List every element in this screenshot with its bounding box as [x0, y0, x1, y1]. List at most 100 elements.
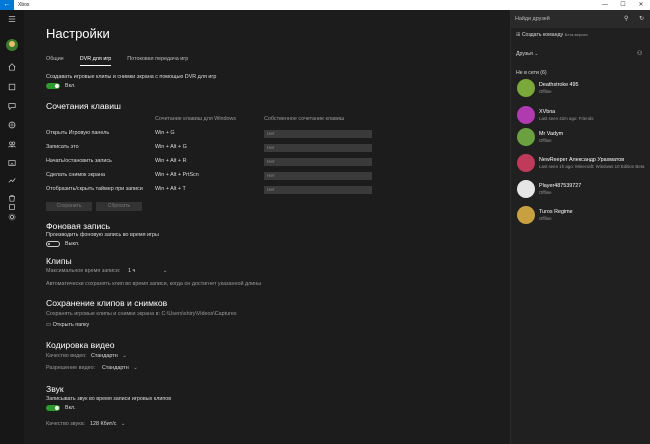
friend-item[interactable]: Mr Vadym Offline — [511, 127, 650, 149]
shortcut-keys: Win + Alt + T — [155, 186, 186, 192]
audio-quality-dropdown[interactable]: 128 Кбит/с ⌄ — [90, 421, 125, 427]
friend-name: Turos Regime — [539, 209, 573, 215]
shortcut-keys: Win + Alt + G — [155, 144, 187, 150]
shortcuts-col-default: Сочетание клавиш для Windows — [155, 116, 237, 122]
clips-note: Автоматически сохранять клип во время за… — [46, 281, 262, 287]
friend-name: NewReeper Александр Урахматов — [539, 157, 625, 163]
create-club-label: Создать команду — [521, 32, 564, 38]
shortcut-custom-field[interactable]: Нет — [264, 172, 372, 180]
friend-status: Offline — [539, 89, 552, 94]
friend-name: Mr Vadym — [539, 131, 564, 137]
create-club-icon: ⊞ — [516, 32, 521, 38]
open-folder-link[interactable]: ▭ Открыть папку — [46, 322, 89, 328]
clubs-icon[interactable] — [0, 137, 24, 151]
friend-avatar — [517, 206, 535, 224]
audio-label: Записывать звук во время записи игровых … — [46, 396, 172, 402]
clips-max-label: Максимальное время записи: — [46, 268, 121, 274]
settings-tabs: Общие DVR для игр Потоковая передача игр — [46, 56, 204, 66]
friend-item[interactable]: XVbna Last seen 42m ago: Friends — [511, 105, 650, 127]
friend-item[interactable]: Deathstroke 495 Offline — [511, 78, 650, 100]
tab-general[interactable]: Общие — [46, 56, 64, 65]
search-icon[interactable]: ⚲ — [624, 15, 628, 22]
left-nav-rail — [0, 10, 24, 444]
shortcut-action: Записать это — [46, 144, 79, 150]
window-title: Xbox — [18, 2, 30, 8]
save-button[interactable]: Сохранить — [46, 202, 92, 211]
audio-heading: Звук — [46, 384, 64, 394]
shortcut-custom-field[interactable]: Нет — [264, 144, 372, 152]
achievements-icon[interactable] — [0, 80, 24, 94]
captures-icon[interactable] — [0, 156, 24, 170]
add-friend-icon[interactable]: ⚇ — [637, 50, 642, 57]
saving-path-label: Сохранять игровые клипы и снимки экрана … — [46, 311, 237, 317]
close-button[interactable]: ✕ — [632, 0, 650, 10]
friend-item[interactable]: NewReeper Александр Урахматов Last seen … — [511, 153, 650, 175]
video-resolution-dropdown[interactable]: Стандартн ⌄ — [102, 365, 138, 371]
friend-item[interactable]: Player487539727 Offline — [511, 179, 650, 201]
shortcut-action: Сделать снимок экрана — [46, 172, 105, 178]
home-icon[interactable] — [0, 60, 24, 74]
friend-avatar — [517, 79, 535, 97]
shortcut-keys: Win + Alt + R — [155, 158, 187, 164]
maximize-button[interactable]: ☐ — [614, 0, 632, 10]
friends-filter-label: Друзья — [516, 51, 533, 57]
clips-max-dropdown[interactable]: 1 ч ⌄ — [128, 268, 167, 274]
encoding-heading: Кодировка видео — [46, 340, 115, 350]
shortcut-action: Начать/остановить запись — [46, 158, 112, 164]
shortcut-custom-field[interactable]: Нет — [264, 130, 372, 138]
dvr-toggle-state: Вкл. — [65, 83, 76, 89]
trending-icon[interactable] — [0, 173, 24, 187]
title-bar: ← Xbox — ☐ ✕ — [0, 0, 650, 10]
audio-toggle[interactable] — [46, 405, 60, 411]
friend-item[interactable]: Turos Regime Offline — [511, 205, 650, 227]
hamburger-icon[interactable] — [0, 12, 24, 26]
shortcut-custom-field[interactable]: Нет — [264, 186, 372, 194]
friend-status: Last seen 42m ago: Friends — [539, 116, 594, 121]
video-quality-dropdown[interactable]: Стандартн ⌄ — [91, 353, 127, 359]
shortcuts-col-custom: Собственное сочетание клавиш — [264, 116, 345, 122]
settings-gear-icon[interactable] — [0, 210, 24, 224]
friend-status: Offline — [539, 216, 552, 221]
background-toggle[interactable] — [46, 241, 60, 247]
shortcut-custom-field[interactable]: Нет — [264, 158, 372, 166]
friend-status: Offline — [539, 138, 552, 143]
offline-header: Не в сети (6) — [516, 70, 547, 76]
audio-quality-value: 128 Кбит/с — [90, 421, 117, 427]
create-club-button[interactable]: ⊞ Создать команду Бета-версия — [516, 32, 588, 38]
tab-streaming[interactable]: Потоковая передача игр — [127, 56, 188, 65]
video-resolution-value: Стандартн — [102, 365, 129, 371]
folder-icon: ▭ — [46, 322, 52, 328]
video-resolution-label: Разрешение видео: — [46, 365, 96, 371]
friend-avatar — [517, 180, 535, 198]
reset-button[interactable]: Сбросить — [96, 202, 142, 211]
clips-max-value: 1 ч — [128, 268, 136, 274]
page-title: Настройки — [46, 26, 110, 41]
chevron-down-icon: ⌄ — [120, 421, 126, 427]
chevron-down-icon: ⌄ — [162, 268, 168, 274]
search-input[interactable]: Найди друзей — [515, 16, 550, 22]
messages-icon[interactable] — [0, 99, 24, 113]
refresh-icon[interactable]: ↻ — [639, 15, 644, 22]
dvr-toggle[interactable] — [46, 83, 60, 89]
search-bar[interactable]: Найди друзей ⚲ ↻ — [511, 10, 650, 28]
friends-filter-dropdown[interactable]: Друзья ⌄ — [516, 51, 539, 57]
friends-panel: Найди друзей ⚲ ↻ ⊞ Создать команду Бета-… — [510, 10, 650, 444]
dvr-toggle-label: Создавать игровые клипы и снимки экрана … — [46, 74, 217, 80]
friend-name: Deathstroke 495 — [539, 82, 579, 88]
friend-avatar — [517, 128, 535, 146]
avatar[interactable] — [6, 39, 18, 51]
open-folder-label: Открыть папку — [52, 322, 90, 328]
back-button[interactable]: ← — [0, 0, 14, 10]
minimize-button[interactable]: — — [596, 0, 614, 10]
background-heading: Фоновая запись — [46, 221, 111, 231]
clips-heading: Клипы — [46, 256, 72, 266]
friend-avatar — [517, 106, 535, 124]
shortcut-action: Отобразить/скрыть таймер при записи — [46, 186, 143, 192]
video-quality-label: Качество видео: — [46, 353, 87, 359]
globe-icon[interactable] — [0, 118, 24, 132]
shortcut-action: Открыть Игровую панель — [46, 130, 110, 136]
tab-game-dvr[interactable]: DVR для игр — [79, 56, 111, 66]
friend-avatar — [517, 154, 535, 172]
chevron-down-icon: ⌄ — [133, 365, 138, 371]
chevron-down-icon: ⌄ — [534, 51, 539, 57]
